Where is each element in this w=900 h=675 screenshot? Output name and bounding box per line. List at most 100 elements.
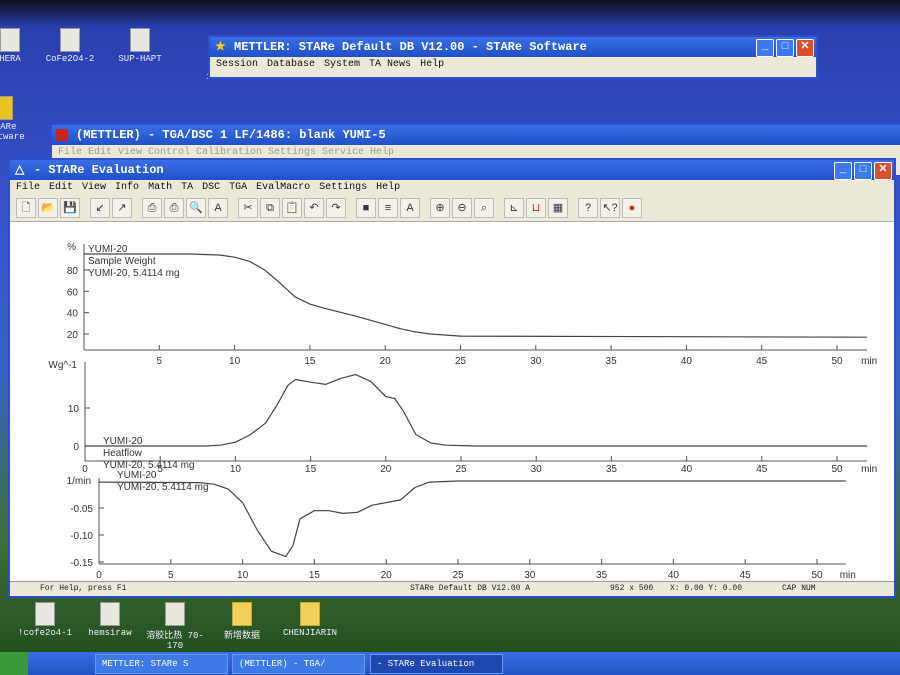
menu-bar: File Edit View Info Math TA DSC TGA EvalMacro Set… bbox=[10, 180, 894, 195]
x-tick-label: 50 bbox=[831, 464, 843, 475]
x-tick-label: 10 bbox=[237, 570, 249, 581]
zoom-fit-icon[interactable]: ⌕ bbox=[474, 198, 494, 218]
x-tick-label: 15 bbox=[305, 464, 317, 475]
menu-ta-news[interactable]: TA News bbox=[369, 59, 411, 70]
x-tick-label: 40 bbox=[681, 356, 693, 367]
x-tick-label: 45 bbox=[756, 464, 768, 475]
new-icon[interactable]: 🗋 bbox=[16, 198, 36, 218]
star-icon: ★ bbox=[215, 40, 226, 54]
cut-icon[interactable]: ✂ bbox=[238, 198, 258, 218]
print-preview-icon[interactable]: 🔍 bbox=[186, 198, 206, 218]
x-tick-label: 35 bbox=[606, 356, 618, 367]
x-tick-label: 20 bbox=[380, 356, 392, 367]
x-tick-label: 30 bbox=[531, 464, 543, 475]
menu-evalmacro[interactable]: EvalMacro bbox=[256, 182, 310, 193]
legend-text: YUMI-20 bbox=[103, 436, 143, 447]
x-tick-label: 40 bbox=[668, 570, 680, 581]
menu-math[interactable]: Math bbox=[148, 182, 172, 193]
fill-icon[interactable]: ■ bbox=[356, 198, 376, 218]
menu-file[interactable]: File bbox=[16, 182, 40, 193]
menu-bar: Session Database System TA News Help bbox=[210, 57, 816, 72]
paste-icon[interactable]: 📋 bbox=[282, 198, 302, 218]
tga-app-icon bbox=[56, 129, 68, 141]
x-tick-label: 30 bbox=[524, 570, 536, 581]
menu-edit[interactable]: Edit bbox=[49, 182, 73, 193]
window-title: METTLER: STARe Default DB V12.00 - STARe… bbox=[234, 40, 587, 54]
window-title-bar[interactable]: (METTLER) - TGA/DSC 1 LF/1486: blank YUM… bbox=[52, 125, 900, 145]
context-help-icon[interactable]: ↖? bbox=[600, 198, 620, 218]
zoom-in-icon[interactable]: ⊕ bbox=[430, 198, 450, 218]
x-tick-label: 10 bbox=[230, 464, 242, 475]
window-title-bar[interactable]: ★ METTLER: STARe Default DB V12.00 - STAR… bbox=[210, 37, 816, 57]
print-icon[interactable]: ⎙ bbox=[142, 198, 162, 218]
taskbar-item-active[interactable]: - STARe Evaluation bbox=[370, 654, 503, 674]
desktop-icon[interactable]: CoFe2O4-2 bbox=[40, 28, 100, 64]
zoom-out-icon[interactable]: ⊖ bbox=[452, 198, 472, 218]
menu-dsc[interactable]: DSC bbox=[202, 182, 220, 193]
desktop-icon[interactable]: hemsiraw bbox=[80, 602, 140, 638]
close-button[interactable]: ✕ bbox=[874, 162, 892, 180]
print-options-icon[interactable]: A bbox=[208, 198, 228, 218]
plot-area[interactable]: 5 10 15 20 25 30 35 40 45 50 min20406080% YUMI-20Sa… bbox=[22, 234, 882, 582]
x-tick-label: 45 bbox=[740, 570, 752, 581]
x-tick-label: 5 bbox=[168, 570, 174, 581]
menu-database[interactable]: Database bbox=[267, 59, 315, 70]
lines-icon[interactable]: ≡ bbox=[378, 198, 398, 218]
curve-sample-weight bbox=[84, 253, 868, 338]
maximize-button[interactable]: □ bbox=[776, 39, 794, 57]
print-setup-icon[interactable]: ⎙ bbox=[164, 198, 184, 218]
menu-session[interactable]: Session bbox=[216, 59, 258, 70]
desktop-icon[interactable]: HERA bbox=[0, 28, 40, 64]
export-curve-icon[interactable]: ↗ bbox=[112, 198, 132, 218]
about-icon[interactable]: ● bbox=[622, 198, 642, 218]
menu-info[interactable]: Info bbox=[115, 182, 139, 193]
x-tick-label: 45 bbox=[756, 356, 768, 367]
icon-label: HERA bbox=[0, 54, 21, 64]
taskbar-item[interactable]: (METTLER) - TGA/ bbox=[232, 654, 365, 674]
maximize-button[interactable]: □ bbox=[854, 162, 872, 180]
grid-icon[interactable]: ▦ bbox=[548, 198, 568, 218]
icon-label: hemsiraw bbox=[88, 628, 132, 638]
desktop-icon[interactable]: 新增数据 bbox=[212, 602, 272, 641]
redo-icon[interactable]: ↷ bbox=[326, 198, 346, 218]
taskbar-item[interactable]: METTLER: STARe S bbox=[95, 654, 228, 674]
window-title-bar[interactable]: △ - STARe Evaluation _ □ ✕ bbox=[10, 160, 894, 180]
legend-text: Sample Weight bbox=[88, 256, 156, 267]
x-axis-unit: min bbox=[840, 570, 856, 581]
save-icon[interactable]: 💾 bbox=[60, 198, 80, 218]
close-button[interactable]: ✕ bbox=[796, 39, 814, 57]
desktop-icon[interactable]: CHENJIARIN bbox=[280, 602, 340, 638]
menu-settings[interactable]: Settings bbox=[319, 182, 367, 193]
copy-icon[interactable]: ⧉ bbox=[260, 198, 280, 218]
desktop-icon[interactable]: SUP-HAPT bbox=[110, 28, 170, 64]
open-icon[interactable]: 📂 bbox=[38, 198, 58, 218]
icon-label: 新增数据 bbox=[223, 631, 260, 641]
x-tick-label: 0 bbox=[82, 464, 88, 475]
menu-help[interactable]: Help bbox=[420, 59, 444, 70]
x-tick-label: 35 bbox=[596, 570, 608, 581]
axis-icon[interactable]: ⊾ bbox=[504, 198, 524, 218]
menu-help[interactable]: Help bbox=[376, 182, 400, 193]
import-curve-icon[interactable]: ↙ bbox=[90, 198, 110, 218]
x-tick-label: 25 bbox=[452, 570, 464, 581]
minimize-button[interactable]: _ bbox=[756, 39, 774, 57]
y-tick-label: 80 bbox=[67, 266, 79, 277]
menu-view[interactable]: View bbox=[82, 182, 106, 193]
desktop-icon[interactable]: 溶胶比热 70-170 bbox=[145, 602, 205, 651]
menu-ta[interactable]: TA bbox=[181, 182, 193, 193]
help-icon[interactable]: ? bbox=[578, 198, 598, 218]
icon-label: CHENJIARIN bbox=[282, 628, 337, 638]
desktop-icon[interactable]: STARe Software bbox=[0, 96, 28, 142]
desktop-icon[interactable]: !cofe2o4-1 bbox=[15, 602, 75, 638]
start-button[interactable] bbox=[0, 652, 28, 675]
taskbar-label: - STARe Evaluation bbox=[377, 659, 475, 669]
text-icon[interactable]: A bbox=[400, 198, 420, 218]
minimize-button[interactable]: _ bbox=[834, 162, 852, 180]
range-icon[interactable]: ⊔ bbox=[526, 198, 546, 218]
status-keys: CAP NUM bbox=[782, 584, 816, 593]
undo-icon[interactable]: ↶ bbox=[304, 198, 324, 218]
menu-tga[interactable]: TGA bbox=[229, 182, 247, 193]
menu-system[interactable]: System bbox=[324, 59, 360, 70]
y-axis-unit: % bbox=[67, 242, 76, 253]
window-title: - STARe Evaluation bbox=[34, 163, 164, 177]
